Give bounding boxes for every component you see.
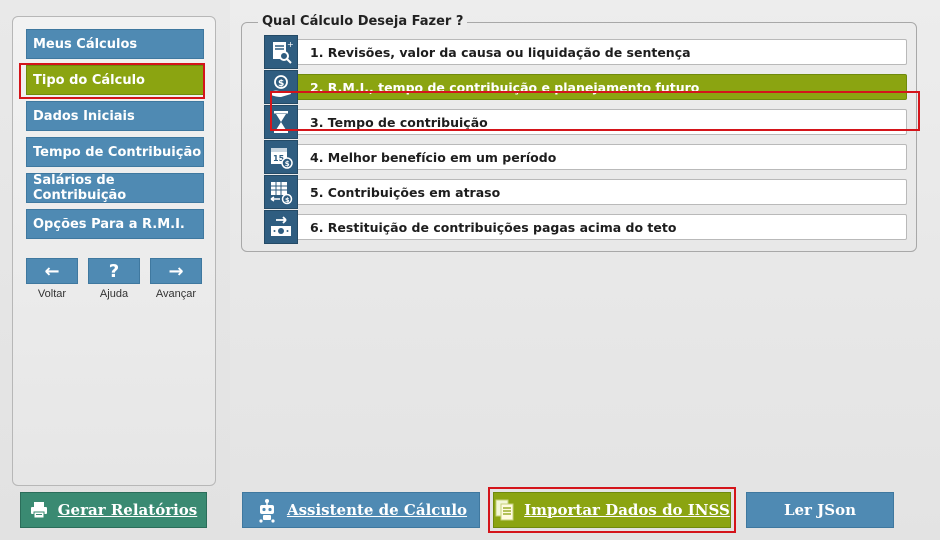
main-panel: Qual Cálculo Deseja Fazer ? 1. Revisões,…	[230, 0, 940, 540]
arrow-left-icon: ←	[44, 260, 60, 282]
option-melhor-beneficio[interactable]: 4. Melhor benefício em um período	[277, 144, 907, 170]
sidebar-item-salarios-de-contribuicao[interactable]: Salários de Contribuição	[26, 173, 204, 203]
option-label: 4. Melhor benefício em um período	[310, 149, 557, 165]
sidebar-item-tempo-de-contribuicao[interactable]: Tempo de Contribuição	[26, 137, 204, 167]
import-inss-data-button[interactable]: Importar Dados do INSS	[493, 492, 731, 528]
option-label: 1. Revisões, valor da causa ou liquidaçã…	[310, 44, 691, 60]
calculation-assistant-label: Assistente de Cálculo	[286, 501, 468, 519]
option-label: 2. R.M.I., tempo de contribuição e plane…	[310, 79, 700, 95]
option-label: 3. Tempo de contribuição	[310, 114, 488, 130]
read-json-button[interactable]: Ler JSon	[746, 492, 894, 528]
help-icon: ?	[108, 260, 120, 282]
sidebar-item-label: Dados Iniciais	[33, 108, 135, 124]
svg-text:+: +	[287, 40, 294, 49]
help-button[interactable]: ?	[88, 258, 140, 284]
option-label: 6. Restituição de contribuições pagas ac…	[310, 219, 677, 235]
calculation-type-group: Qual Cálculo Deseja Fazer ? 1. Revisões,…	[241, 14, 920, 252]
documents-icon	[495, 499, 514, 521]
back-label: Voltar	[37, 288, 67, 300]
option-tempo-contribuicao[interactable]: 3. Tempo de contribuição	[277, 109, 907, 135]
option-revisoes[interactable]: 1. Revisões, valor da causa ou liquidaçã…	[277, 39, 907, 65]
generate-reports-button[interactable]: Gerar Relatórios	[20, 492, 207, 528]
option-rmi[interactable]: 2. R.M.I., tempo de contribuição e plane…	[277, 74, 907, 100]
option-contribuicoes-atraso[interactable]: 5. Contribuições em atraso	[277, 179, 907, 205]
sidebar-item-dados-iniciais[interactable]: Dados Iniciais	[26, 101, 204, 131]
sidebar-item-meus-calculos[interactable]: Meus Cálculos	[26, 29, 204, 59]
calendar-money-icon: 15 $	[264, 140, 298, 174]
printer-icon	[30, 502, 47, 519]
sidebar: Meus Cálculos Tipo do Cálculo Dados Inic…	[12, 16, 216, 486]
forward-button[interactable]: →	[150, 258, 202, 284]
arrow-right-icon: →	[168, 260, 184, 282]
svg-text:$: $	[278, 79, 284, 89]
svg-text:$: $	[285, 160, 290, 168]
sidebar-item-label: Opções Para a R.M.I.	[33, 216, 185, 232]
read-json-label: Ler JSon	[783, 501, 857, 519]
forward-label: Avançar	[155, 288, 197, 300]
sidebar-item-label: Salários de Contribuição	[33, 173, 127, 203]
generate-reports-label: Gerar Relatórios	[57, 501, 198, 519]
sidebar-item-label: Meus Cálculos	[33, 36, 138, 52]
document-search-icon: +	[264, 35, 298, 69]
calendar-arrows-icon: $	[264, 175, 298, 209]
back-button[interactable]: ←	[26, 258, 78, 284]
sidebar-item-label: Tipo do Cálculo	[33, 72, 145, 88]
hourglass-icon	[264, 105, 298, 139]
calculation-assistant-button[interactable]: Assistente de Cálculo	[242, 492, 480, 528]
robot-icon	[259, 499, 275, 523]
money-hand-icon: $	[264, 70, 298, 104]
help-label: Ajuda	[99, 288, 129, 300]
sidebar-item-tipo-do-calculo[interactable]: Tipo do Cálculo	[26, 65, 204, 95]
sidebar-item-label: Tempo de Contribuição	[33, 144, 202, 160]
svg-text:$: $	[285, 196, 290, 204]
group-title: Qual Cálculo Deseja Fazer ?	[258, 14, 468, 29]
option-restituicao[interactable]: 6. Restituição de contribuições pagas ac…	[277, 214, 907, 240]
money-refund-icon	[264, 210, 298, 244]
option-label: 5. Contribuições em atraso	[310, 184, 501, 200]
sidebar-item-opcoes-rmi[interactable]: Opções Para a R.M.I.	[26, 209, 204, 239]
import-inss-data-label: Importar Dados do INSS	[524, 501, 730, 519]
